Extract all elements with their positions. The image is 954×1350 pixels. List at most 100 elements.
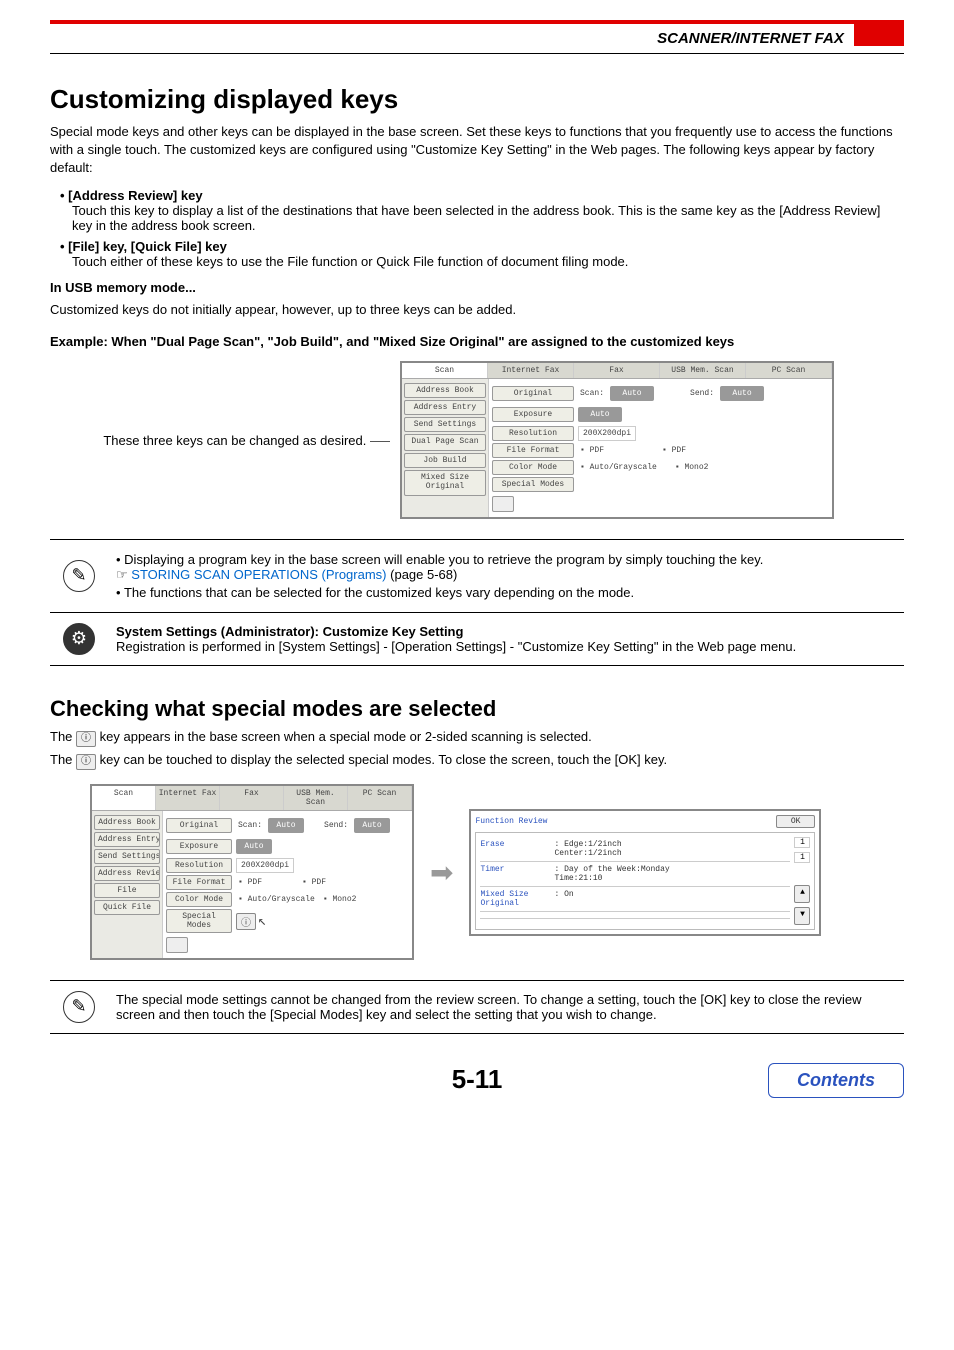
btn-file-format[interactable]: File Format [492, 443, 574, 458]
b-side-quick-file[interactable]: Quick File [94, 900, 160, 915]
side-mixed-size-original[interactable]: Mixed Size Original [404, 470, 486, 496]
panel-a-caption: These three keys can be changed as desir… [50, 433, 400, 448]
review-row3-val: : On [554, 890, 790, 908]
b-preview-icon[interactable] [166, 937, 188, 953]
b-btn-special-modes[interactable]: Special Modes [166, 909, 232, 933]
b-label-scan: Scan: [236, 821, 264, 830]
val-ff-right: ▪ PDF [660, 446, 688, 455]
example-heading: Example: When "Dual Page Scan", "Job Bui… [50, 333, 904, 351]
b-tab-fax[interactable]: Fax [220, 786, 284, 810]
side-send-settings[interactable]: Send Settings [404, 417, 486, 432]
b-val-exposure: Auto [236, 839, 272, 854]
review-row3-label: Mixed Size Original [480, 890, 548, 908]
preview-icon[interactable] [492, 496, 514, 512]
b-tab-usb-mem-scan[interactable]: USB Mem. Scan [284, 786, 348, 810]
val-scan: Auto [610, 386, 654, 401]
b-btn-resolution[interactable]: Resolution [166, 858, 232, 873]
b-side-file[interactable]: File [94, 883, 160, 898]
note2-title: System Settings (Administrator): Customi… [116, 624, 896, 639]
val-resolution: 200X200dpi [578, 426, 636, 441]
note1-line2: The functions that can be selected for t… [116, 585, 896, 600]
header-title: SCANNER/INTERNET FAX [657, 30, 844, 47]
panel-b: Scan Internet Fax Fax USB Mem. Scan PC S… [90, 784, 414, 960]
usb-heading: In USB memory mode... [50, 279, 904, 297]
item2-desc: Touch either of these keys to use the Fi… [60, 254, 904, 269]
val-cm-left: ▪ Auto/Grayscale [578, 463, 659, 472]
b-val-cm-right: ▪ Mono2 [321, 895, 359, 904]
section1-intro: Special mode keys and other keys can be … [50, 123, 904, 178]
b-side-address-review[interactable]: Address Review [94, 866, 160, 881]
b-val-send: Auto [354, 818, 390, 833]
b-val-cm-left: ▪ Auto/Grayscale [236, 895, 317, 904]
btn-special-modes[interactable]: Special Modes [492, 477, 574, 492]
note1-link-page: (page 5-68) [390, 567, 457, 582]
review-row1-label: Erase [480, 840, 548, 858]
review-title: Function Review [475, 817, 547, 826]
review-row1-val: : Edge:1/2inch Center:1/2inch [554, 840, 790, 858]
label-send: Send: [688, 389, 716, 398]
b-side-send-settings[interactable]: Send Settings [94, 849, 160, 864]
contents-button[interactable]: Contents [768, 1063, 904, 1098]
item1-desc: Touch this key to display a list of the … [60, 203, 904, 233]
b-val-ff-left: ▪ PDF [236, 878, 264, 887]
section2-para1: The ⓘ key appears in the base screen whe… [50, 728, 904, 747]
section1-list: [Address Review] key Touch this key to d… [50, 188, 904, 269]
note1: ✎ Displaying a program key in the base s… [50, 539, 904, 666]
b-side-address-entry[interactable]: Address Entry [94, 832, 160, 847]
header-rule [50, 53, 904, 54]
b-btn-original[interactable]: Original [166, 818, 232, 833]
item1-title: [Address Review] key [60, 188, 904, 203]
b-btn-exposure[interactable]: Exposure [166, 839, 232, 854]
usb-desc: Customized keys do not initially appear,… [50, 301, 904, 319]
btn-color-mode[interactable]: Color Mode [492, 460, 574, 475]
review-page-tot: 1 [794, 852, 810, 863]
section1-heading: Customizing displayed keys [50, 84, 904, 115]
review-scroll-down[interactable]: ▼ [794, 907, 810, 925]
val-send: Auto [720, 386, 764, 401]
info-key-icon-2: ⓘ [76, 754, 96, 770]
section2-para2: The ⓘ key can be touched to display the … [50, 751, 904, 770]
btn-exposure[interactable]: Exposure [492, 407, 574, 422]
side-address-entry[interactable]: Address Entry [404, 400, 486, 415]
note1-link[interactable]: STORING SCAN OPERATIONS (Programs) [131, 567, 386, 582]
btn-original[interactable]: Original [492, 386, 574, 401]
cursor-icon: ↖ [258, 913, 266, 930]
header-accent [854, 24, 904, 46]
review-page-cur: 1 [794, 837, 810, 848]
tab-internet-fax[interactable]: Internet Fax [488, 363, 574, 378]
b-tab-pc-scan[interactable]: PC Scan [348, 786, 412, 810]
val-exposure: Auto [578, 407, 622, 422]
note3: ✎ The special mode settings cannot be ch… [50, 980, 904, 1034]
b-tab-internet-fax[interactable]: Internet Fax [156, 786, 220, 810]
note3-text: The special mode settings cannot be chan… [108, 981, 904, 1034]
btn-resolution[interactable]: Resolution [492, 426, 574, 441]
b-val-ff-right: ▪ PDF [300, 878, 328, 887]
review-panel: Function Review OK Erase : Edge:1/2inch … [469, 809, 821, 936]
info-key-icon: ⓘ [76, 731, 96, 747]
b-btn-file-format[interactable]: File Format [166, 875, 232, 890]
b-side-address-book[interactable]: Address Book [94, 815, 160, 830]
b-val-scan: Auto [268, 818, 304, 833]
gear-icon: ⚙ [63, 623, 95, 655]
note2-desc: Registration is performed in [System Set… [116, 639, 896, 654]
reference-icon: ☞ [116, 567, 128, 582]
b-info-key[interactable]: ⓘ [236, 913, 256, 930]
item2-title: [File] key, [Quick File] key [60, 239, 904, 254]
pencil-icon: ✎ [63, 560, 95, 592]
side-address-book[interactable]: Address Book [404, 383, 486, 398]
review-scroll-up[interactable]: ▲ [794, 885, 810, 903]
label-scan: Scan: [578, 389, 606, 398]
tab-scan[interactable]: Scan [402, 363, 488, 378]
review-row2-label: Timer [480, 865, 548, 883]
tab-fax[interactable]: Fax [574, 363, 660, 378]
side-dual-page-scan[interactable]: Dual Page Scan [404, 434, 486, 451]
note1-line1: Displaying a program key in the base scr… [124, 552, 763, 567]
b-tab-scan[interactable]: Scan [92, 786, 156, 810]
b-btn-color-mode[interactable]: Color Mode [166, 892, 232, 907]
tab-pc-scan[interactable]: PC Scan [746, 363, 832, 378]
panel-a: Scan Internet Fax Fax USB Mem. Scan PC S… [400, 361, 834, 519]
side-job-build[interactable]: Job Build [404, 453, 486, 468]
review-ok-button[interactable]: OK [776, 815, 816, 828]
tab-usb-mem-scan[interactable]: USB Mem. Scan [660, 363, 746, 378]
section2-heading: Checking what special modes are selected [50, 696, 904, 722]
